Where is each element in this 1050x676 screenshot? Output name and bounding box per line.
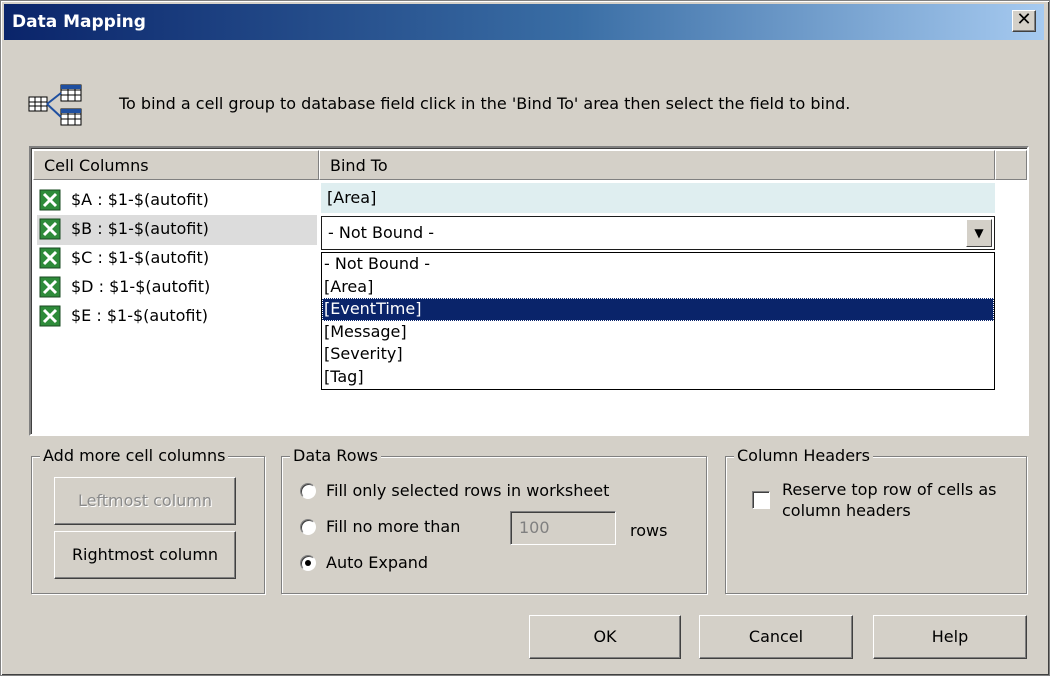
radio-label: Fill only selected rows in worksheet (326, 481, 610, 500)
grid-row-c[interactable]: $C : $1-$(autofit) (37, 244, 317, 274)
binding-grid: Cell Columns Bind To $A : $1-$(autofit) … (29, 146, 1029, 436)
grid-row-d[interactable]: $D : $1-$(autofit) (37, 273, 317, 303)
column-headers-group: Column Headers Reserve top row of cells … (725, 446, 1027, 594)
dialog-title: Data Mapping (12, 12, 146, 32)
row-label: $B : $1-$(autofit) (71, 219, 209, 238)
max-rows-input[interactable]: 100 (510, 511, 616, 545)
row-label: $D : $1-$(autofit) (71, 277, 211, 296)
ok-button[interactable]: OK (529, 615, 681, 659)
add-columns-group: Add more cell columns Leftmost column Ri… (31, 446, 265, 594)
header-cell-columns[interactable]: Cell Columns (33, 150, 319, 180)
excel-icon (39, 218, 61, 244)
combo-value: - Not Bound - (328, 223, 435, 242)
grid-row-e[interactable]: $E : $1-$(autofit) (37, 302, 317, 332)
field-dropdown-list: - Not Bound - [Area] [EventTime] [Messag… (321, 252, 995, 390)
radio-selected-dot (305, 560, 311, 566)
excel-icon (39, 247, 61, 273)
reserve-header-label: Reserve top row of cells as column heade… (782, 479, 997, 521)
data-mapping-dialog: Data Mapping ✕ To bind a cell group to d… (0, 0, 1050, 676)
title-bar[interactable]: Data Mapping ✕ (4, 4, 1044, 40)
dropdown-option-eventtime[interactable]: [EventTime] (322, 298, 994, 321)
chevron-down-icon: ▼ (974, 226, 984, 240)
radio-label: Fill no more than (326, 517, 461, 536)
dropdown-arrow-button[interactable]: ▼ (966, 219, 992, 247)
grid-row-b[interactable]: $B : $1-$(autofit) (37, 215, 317, 245)
reserve-header-label-line1: Reserve top row of cells as (782, 480, 997, 499)
dropdown-option-not-bound[interactable]: - Not Bound - (322, 253, 994, 276)
dropdown-option-message[interactable]: [Message] (322, 321, 994, 344)
radio-label: Auto Expand (326, 553, 429, 572)
excel-icon (39, 189, 61, 215)
rightmost-column-button[interactable]: Rightmost column (54, 531, 236, 579)
bind-to-cell-a[interactable]: [Area] (321, 183, 995, 213)
add-columns-legend: Add more cell columns (40, 446, 229, 466)
table-link-icon (27, 83, 87, 133)
header-bind-to[interactable]: Bind To (319, 150, 995, 180)
excel-icon (39, 276, 61, 302)
rows-unit-label: rows (630, 521, 668, 540)
close-button[interactable]: ✕ (1012, 10, 1036, 32)
row-label: $E : $1-$(autofit) (71, 306, 209, 325)
reserve-header-label-line2: column headers (782, 501, 911, 520)
data-rows-legend: Data Rows (290, 446, 381, 466)
radio-button[interactable] (300, 483, 316, 499)
instruction-text: To bind a cell group to database field c… (119, 94, 851, 113)
dropdown-option-severity[interactable]: [Severity] (322, 343, 994, 366)
excel-icon (39, 305, 61, 331)
help-button[interactable]: Help (873, 615, 1027, 659)
cancel-button[interactable]: Cancel (699, 615, 853, 659)
close-icon: ✕ (1016, 9, 1032, 30)
column-headers-legend: Column Headers (734, 446, 873, 466)
leftmost-column-button[interactable]: Leftmost column (54, 477, 236, 525)
reserve-header-checkbox[interactable] (752, 491, 770, 509)
dropdown-option-area[interactable]: [Area] (322, 276, 994, 299)
grid-row-a[interactable]: $A : $1-$(autofit) (37, 186, 317, 216)
radio-button[interactable] (300, 555, 316, 571)
bind-to-combo[interactable]: - Not Bound - ▼ (321, 216, 995, 250)
data-rows-group: Data Rows Fill only selected rows in wor… (281, 446, 707, 594)
row-label: $A : $1-$(autofit) (71, 190, 209, 209)
grid-header: Cell Columns Bind To (33, 150, 1027, 180)
dropdown-option-tag[interactable]: [Tag] (322, 366, 994, 389)
radio-button[interactable] (300, 519, 316, 535)
header-filler (995, 150, 1027, 180)
row-label: $C : $1-$(autofit) (71, 248, 210, 267)
